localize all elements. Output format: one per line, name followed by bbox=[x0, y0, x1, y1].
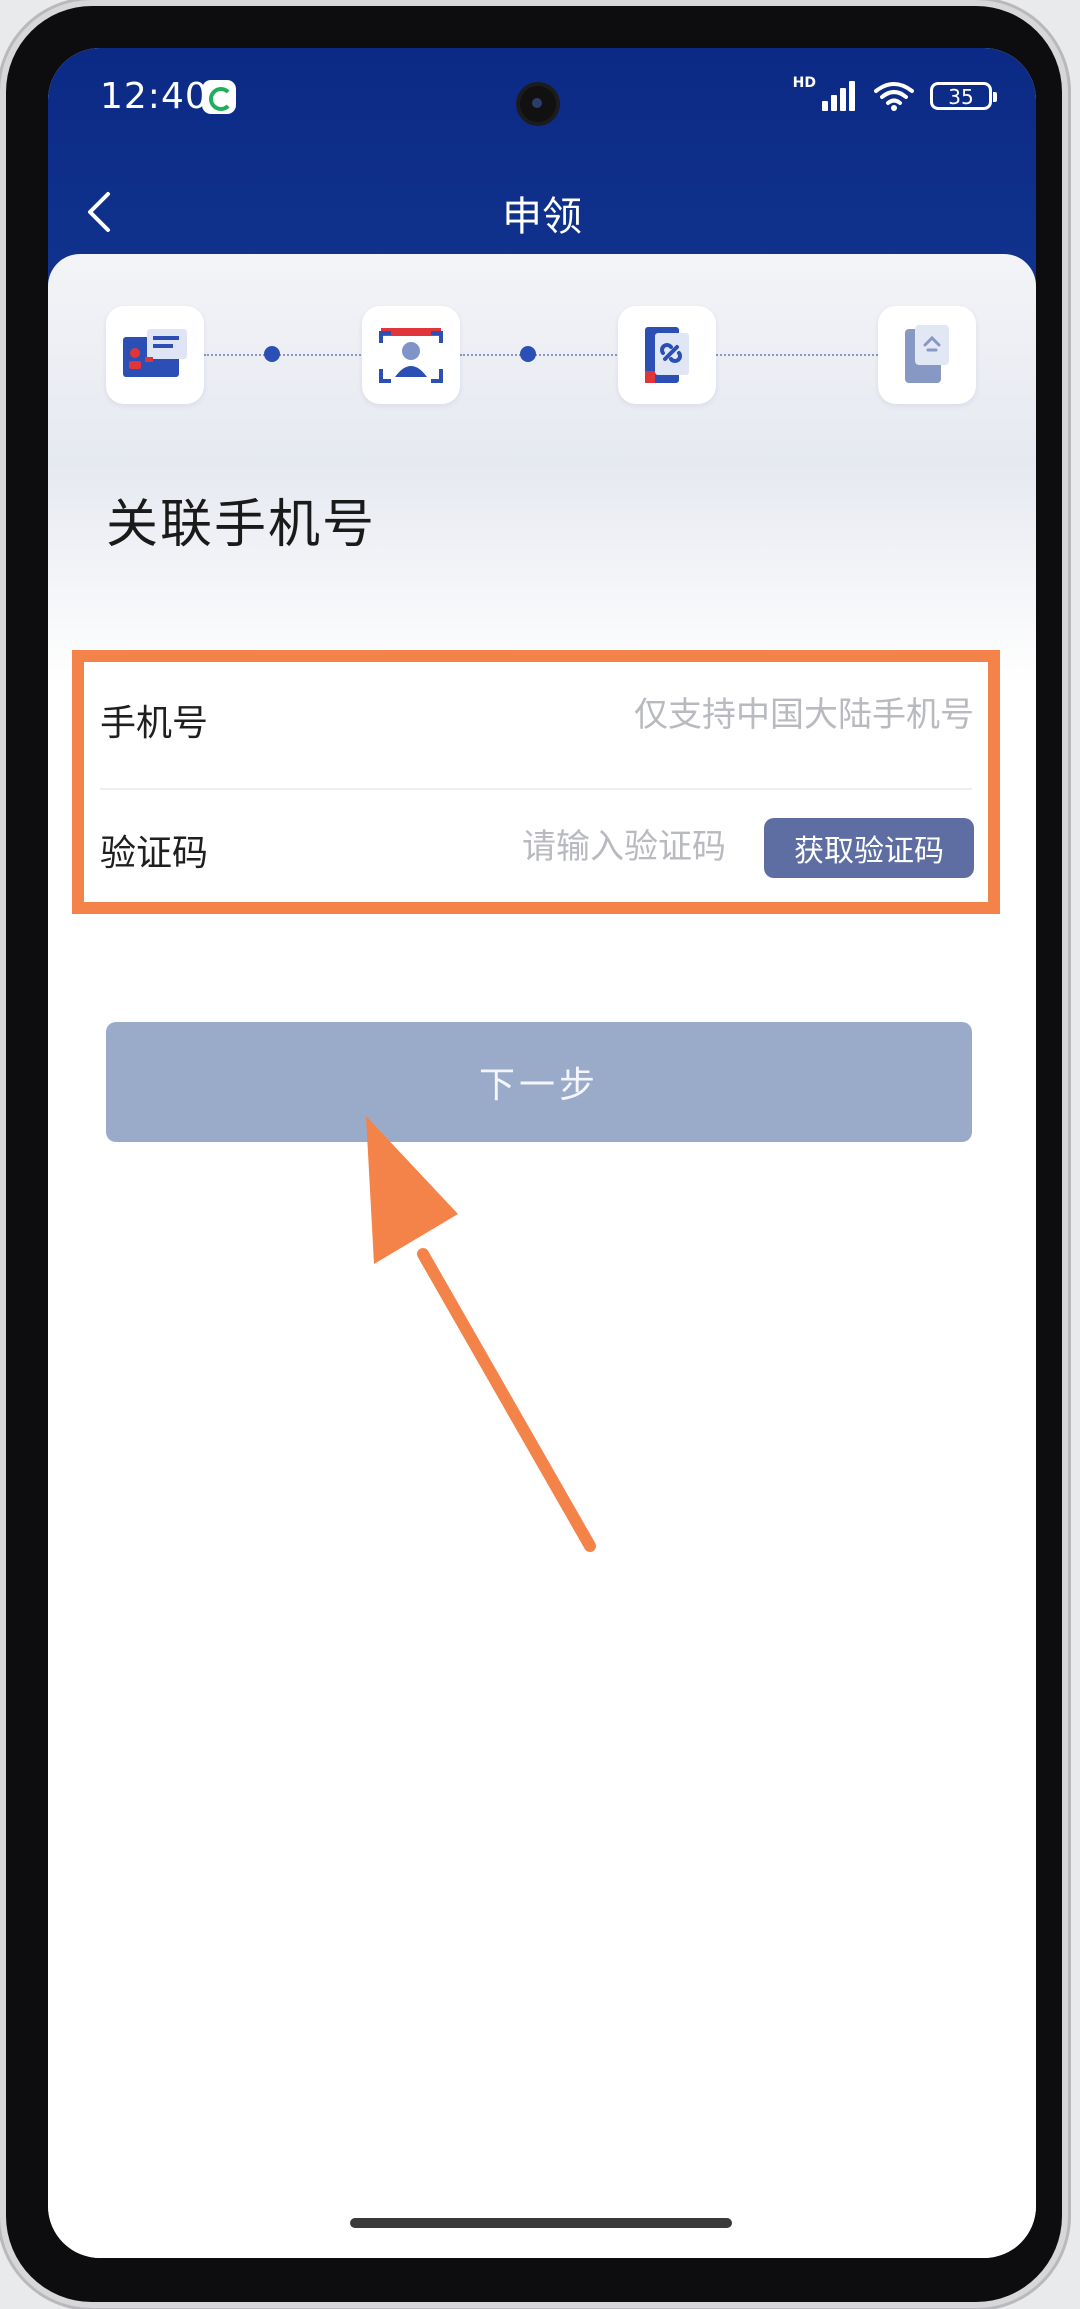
form-divider bbox=[100, 788, 972, 790]
verification-code-input[interactable] bbox=[426, 822, 726, 872]
screen: 12:40 HD 35 申领 关联手机号 手机号 仅支持中国大陆手机号 验证码 … bbox=[48, 48, 1036, 2258]
phone-label: 手机号 bbox=[100, 703, 209, 744]
link-device-icon bbox=[645, 327, 689, 383]
phone-row: 手机号 bbox=[84, 662, 988, 782]
hd-badge: HD bbox=[792, 75, 816, 91]
nav-title: 申领 bbox=[502, 194, 582, 240]
phone-lock-icon bbox=[905, 325, 949, 383]
phone-binding-form: 手机号 验证码 获取验证码 bbox=[72, 650, 1000, 914]
next-step-button[interactable]: 下一步 bbox=[106, 1022, 972, 1142]
wifi-icon bbox=[874, 82, 914, 111]
code-row: 验证码 获取验证码 bbox=[84, 792, 988, 912]
step-phone-lock bbox=[878, 306, 976, 404]
step-id-card bbox=[106, 306, 204, 404]
step-dot bbox=[264, 346, 280, 362]
content-sheet: 关联手机号 手机号 验证码 获取验证码 下一步 bbox=[48, 254, 1036, 2258]
step-connector bbox=[204, 354, 380, 356]
step-connector bbox=[716, 354, 878, 356]
step-face-scan bbox=[362, 306, 460, 404]
nav-bar: 申领 bbox=[48, 158, 1036, 258]
battery-icon: 35 bbox=[930, 82, 997, 110]
face-scan-icon bbox=[379, 328, 443, 383]
page-title: 关联手机号 bbox=[106, 495, 377, 555]
status-indicators: HD 35 bbox=[792, 74, 997, 118]
front-camera bbox=[520, 86, 556, 122]
phone-input[interactable] bbox=[454, 690, 974, 740]
step-connector bbox=[460, 354, 636, 356]
battery-level: 35 bbox=[948, 85, 974, 109]
step-link-device bbox=[618, 306, 716, 404]
status-bar: 12:40 HD 35 bbox=[48, 48, 1036, 158]
signal-icon bbox=[822, 81, 855, 111]
get-code-button[interactable]: 获取验证码 bbox=[764, 818, 974, 878]
status-time: 12:40 bbox=[100, 76, 209, 117]
id-card-icon bbox=[123, 329, 187, 377]
code-label: 验证码 bbox=[100, 833, 209, 874]
step-indicator bbox=[106, 306, 976, 408]
phone-frame: 12:40 HD 35 申领 关联手机号 手机号 仅支持中国大陆手机号 验证码 … bbox=[6, 6, 1062, 2302]
step-dot bbox=[520, 346, 536, 362]
app-notification-icon bbox=[202, 80, 236, 114]
home-indicator[interactable] bbox=[350, 2218, 732, 2228]
